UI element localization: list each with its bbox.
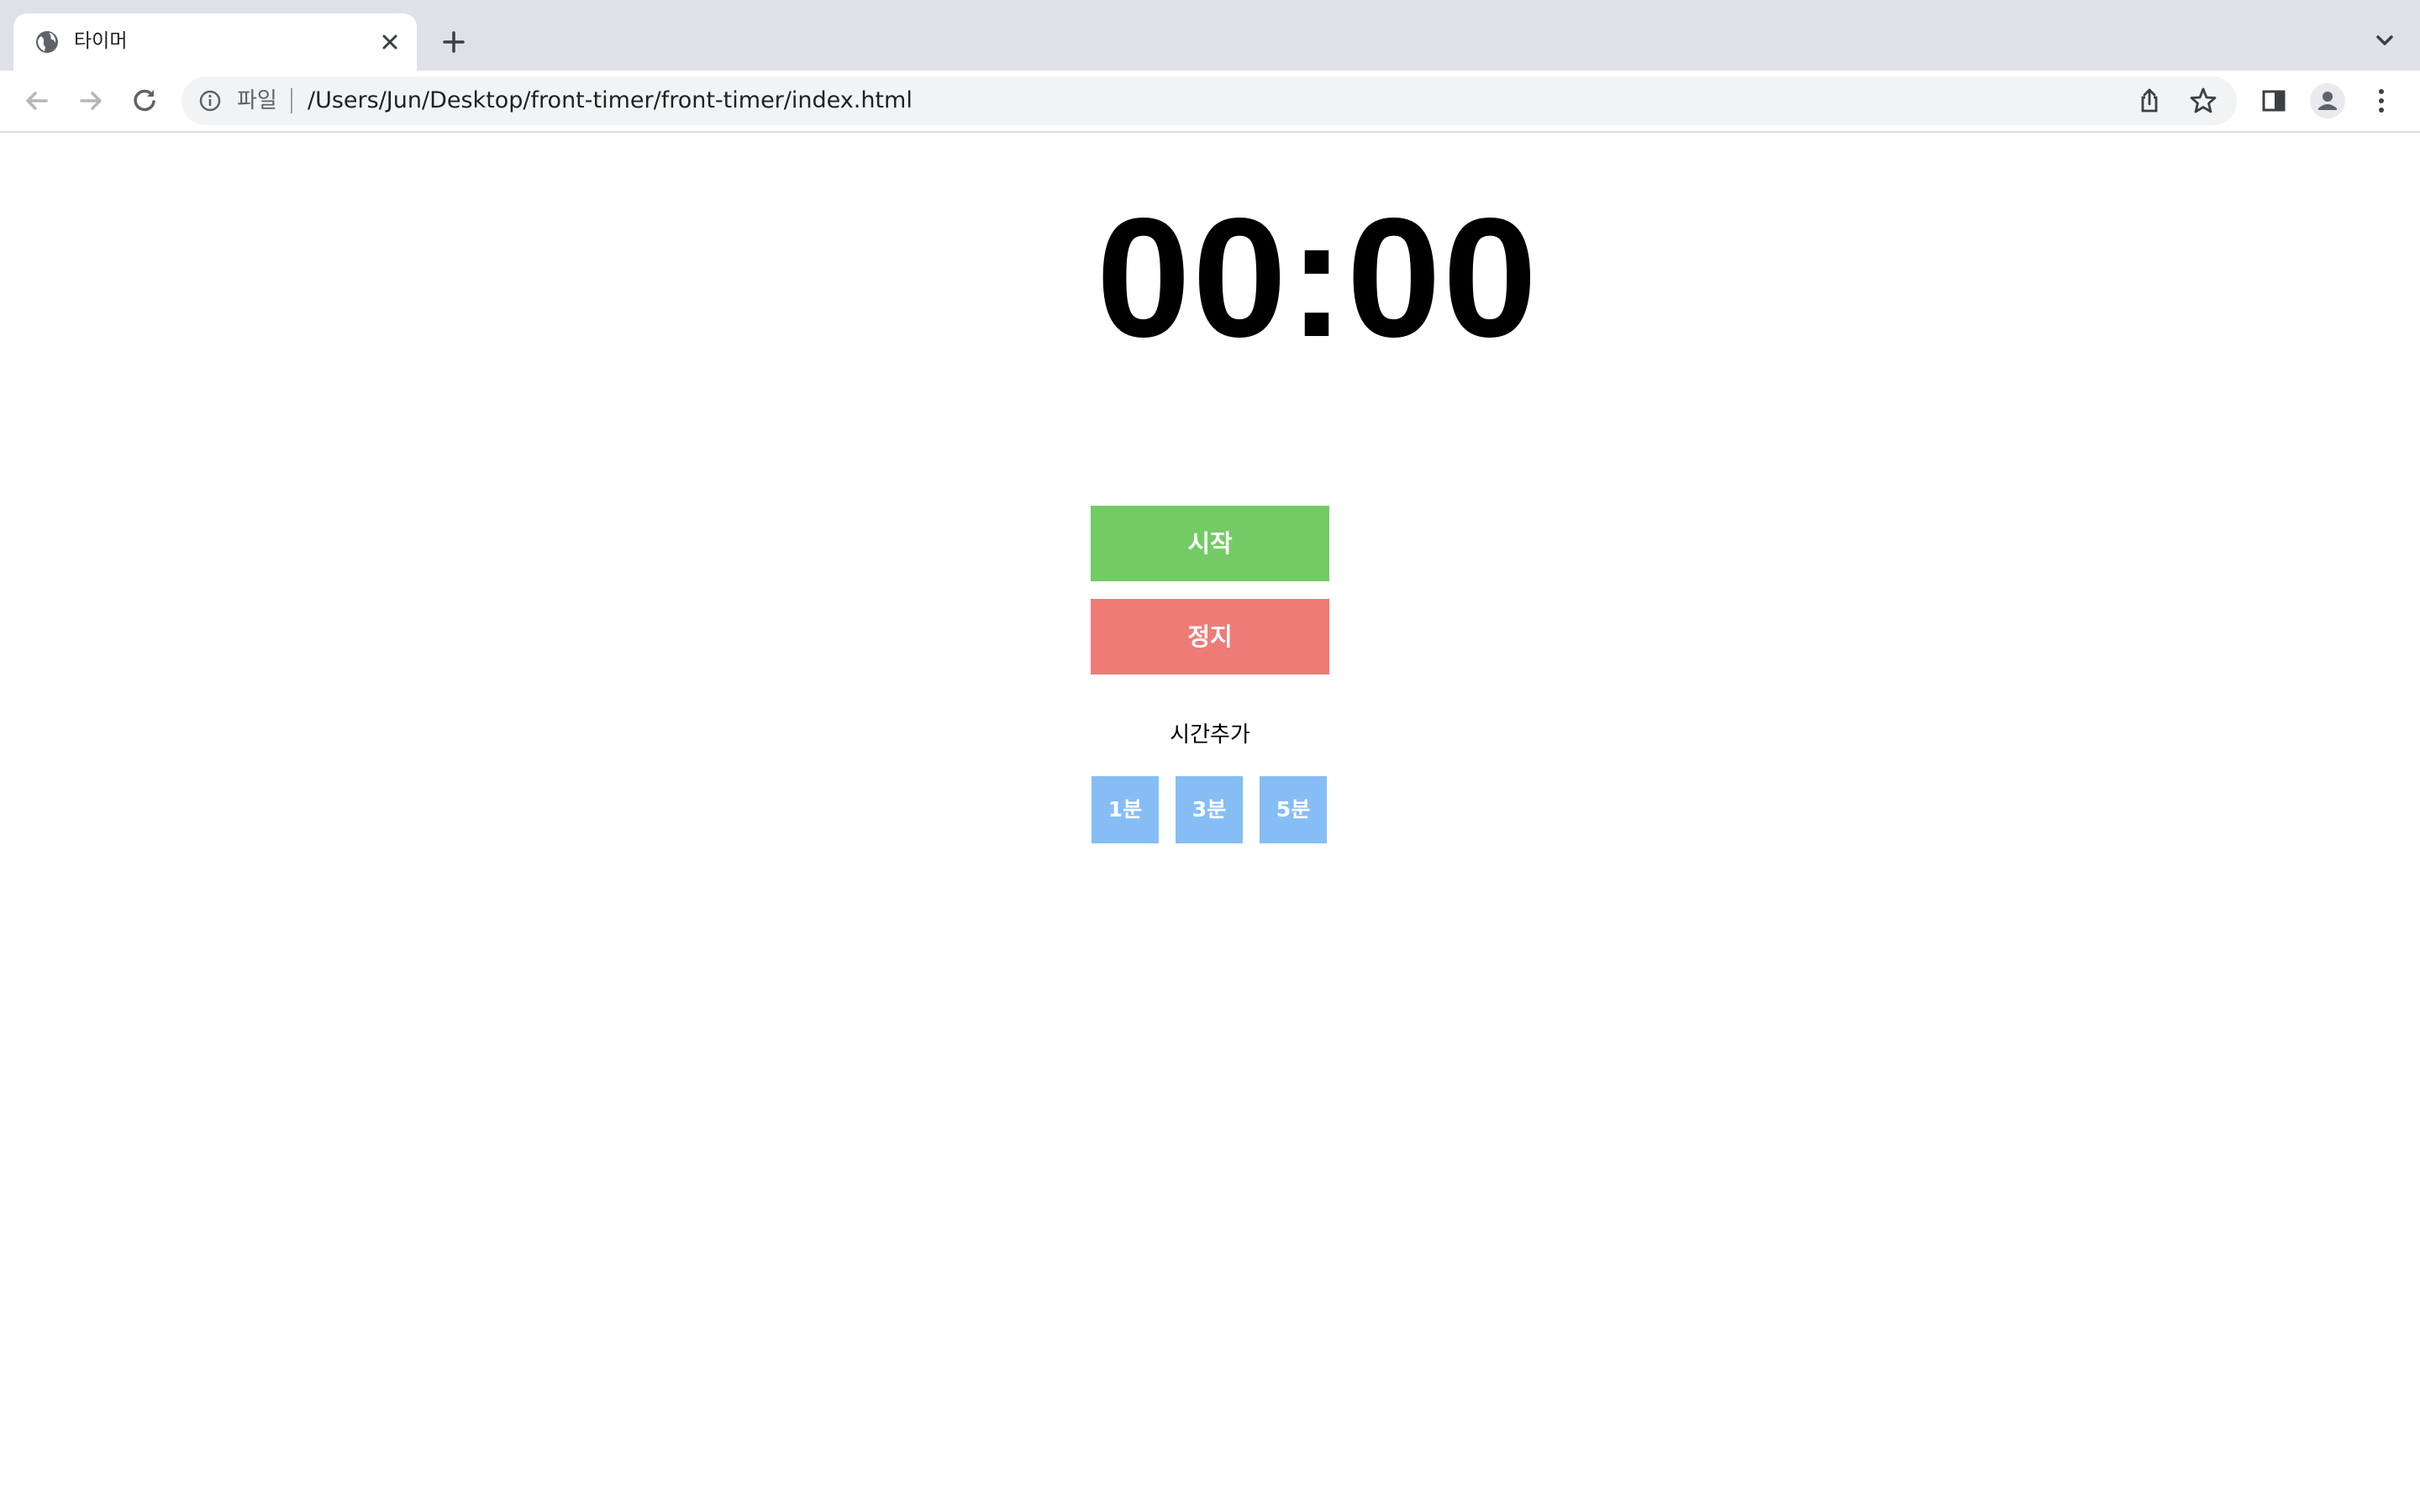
start-button[interactable]: 시작 [1091, 506, 1329, 581]
share-icon[interactable] [2133, 84, 2166, 118]
reload-icon[interactable] [126, 82, 163, 119]
close-icon[interactable] [376, 29, 403, 55]
add-1-minute-button[interactable]: 1분 [1092, 776, 1159, 843]
star-icon[interactable] [2186, 84, 2220, 118]
add-3-minutes-button[interactable]: 3분 [1176, 776, 1243, 843]
url-scheme-label: 파일 [237, 88, 277, 113]
add-5-minutes-button[interactable]: 5분 [1260, 776, 1327, 843]
kebab-menu-icon[interactable] [2363, 82, 2400, 119]
tab-strip: 타이머 [0, 0, 2420, 71]
globe-icon [34, 29, 60, 55]
omnibox-divider [291, 88, 292, 113]
address-bar[interactable]: 파일 /Users/Jun/Desktop/front-timer/front-… [182, 76, 2237, 125]
browser-toolbar: 파일 /Users/Jun/Desktop/front-timer/front-… [0, 71, 2420, 131]
add-time-label: 시간추가 [1170, 722, 1250, 748]
tab-title: 타이머 [74, 30, 128, 52]
info-icon[interactable] [197, 87, 224, 114]
arrow-right-icon[interactable] [72, 82, 109, 119]
side-panel-icon[interactable] [2255, 82, 2292, 119]
arrow-left-icon[interactable] [18, 82, 55, 119]
url-text[interactable]: /Users/Jun/Desktop/front-timer/front-tim… [308, 86, 913, 116]
chevron-down-icon[interactable] [2370, 25, 2400, 55]
browser-tab[interactable]: 타이머 [13, 13, 417, 71]
plus-icon[interactable] [437, 25, 471, 59]
toolbar-divider [0, 131, 2420, 133]
stop-button[interactable]: 정지 [1091, 599, 1329, 675]
timer-display: 00:00 [1096, 182, 1539, 372]
profile-icon[interactable] [2309, 82, 2346, 119]
